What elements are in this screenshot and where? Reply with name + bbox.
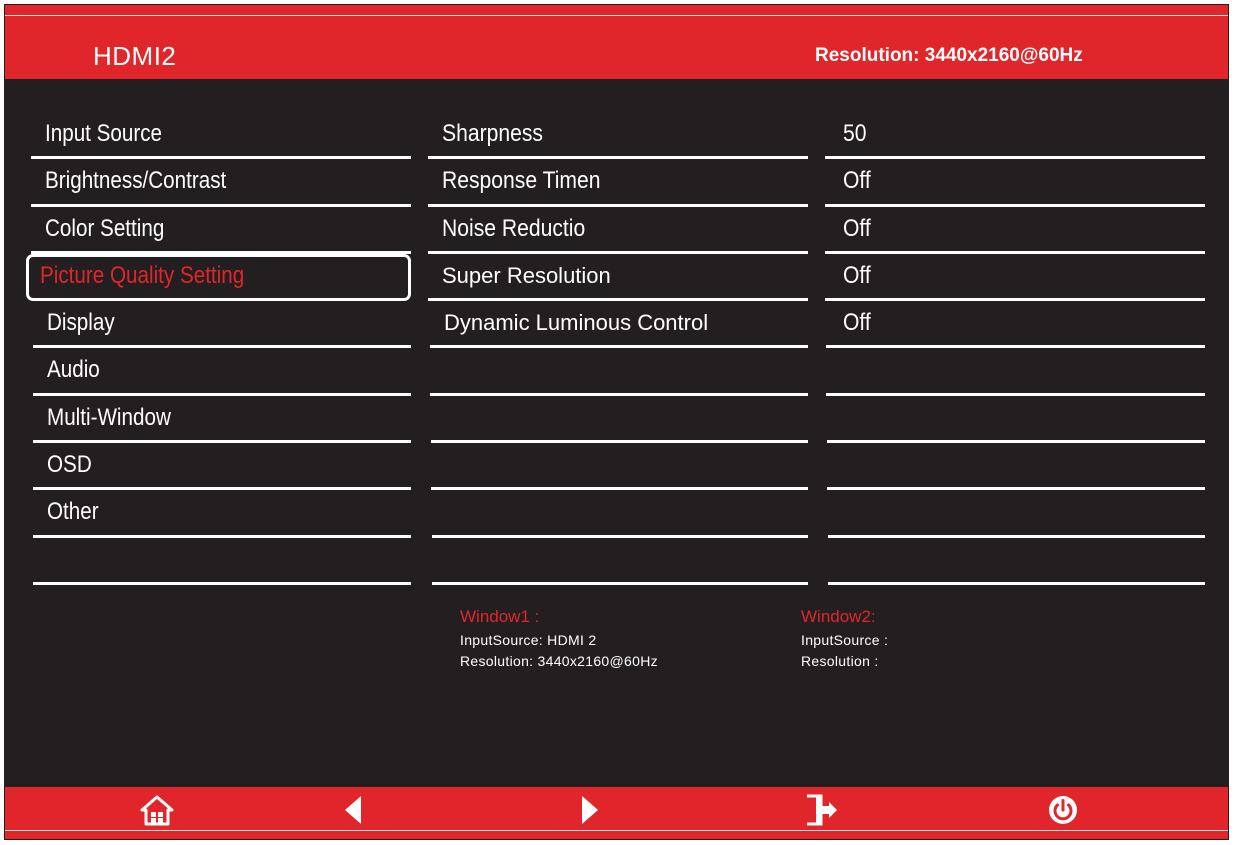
- setting-noise-reduction[interactable]: Noise Reductio: [428, 207, 808, 254]
- setting-label: Dynamic Luminous Control: [444, 310, 709, 336]
- right-button[interactable]: [570, 793, 610, 827]
- menu-item-other[interactable]: Other: [33, 490, 411, 538]
- menu-item-display[interactable]: Display: [33, 301, 411, 349]
- menu-item-input-source[interactable]: Input Source: [31, 112, 411, 160]
- value-noise-reduction[interactable]: Off: [825, 207, 1205, 254]
- arrow-left-icon: [345, 796, 361, 824]
- setting-value: Off: [843, 167, 871, 195]
- value-empty: [827, 443, 1205, 491]
- header-divider: [5, 15, 1228, 16]
- setting-label: Sharpness: [442, 120, 543, 147]
- setting-value: Off: [843, 309, 871, 337]
- window1-title: Window1 :: [460, 607, 540, 626]
- value-empty: [827, 396, 1205, 444]
- exit-icon: [807, 794, 837, 826]
- setting-sharpness[interactable]: Sharpness: [428, 112, 808, 160]
- arrow-right-icon: [582, 796, 598, 824]
- divider: [432, 581, 808, 585]
- main-menu: Input Source Brightness/Contrast Color S…: [26, 112, 411, 585]
- menu-item-color-setting[interactable]: Color Setting: [31, 207, 411, 254]
- settings-list: Sharpness Response Timen Noise Reductio …: [428, 112, 808, 585]
- menu-item-brightness-contrast[interactable]: Brightness/Contrast: [31, 159, 411, 207]
- value-super-resolution[interactable]: Off: [825, 254, 1205, 302]
- window1-resolution: Resolution: 3440x2160@60Hz: [460, 653, 658, 669]
- value-response-time[interactable]: Off: [825, 159, 1205, 207]
- setting-value: Off: [843, 261, 871, 289]
- setting-response-time[interactable]: Response Timen: [428, 159, 808, 207]
- window2-resolution: Resolution :: [801, 653, 879, 669]
- value-empty: [828, 538, 1205, 585]
- menu-item-label: Multi-Window: [47, 403, 171, 431]
- menu-item-label: Other: [47, 498, 99, 526]
- home-button[interactable]: [137, 793, 177, 827]
- power-button[interactable]: [1043, 793, 1083, 827]
- menu-item-label: Brightness/Contrast: [45, 167, 227, 195]
- window2-input-source: InputSource :: [801, 632, 889, 648]
- menu-item-label: Display: [47, 309, 115, 337]
- menu-item-picture-quality-setting[interactable]: Picture Quality Setting: [26, 253, 411, 302]
- setting-super-resolution[interactable]: Super Resolution: [428, 254, 808, 302]
- footer-bar: [5, 787, 1228, 839]
- menu-item-osd[interactable]: OSD: [33, 443, 411, 491]
- window1-input-source: InputSource: HDMI 2: [460, 632, 597, 648]
- value-sharpness[interactable]: 50: [825, 112, 1205, 160]
- header-bar: HDMI2 Resolution: 3440x2160@60Hz: [5, 5, 1228, 79]
- setting-value: 50: [843, 120, 867, 147]
- divider: [33, 581, 411, 585]
- menu-item-label: Color Setting: [45, 214, 165, 242]
- setting-value: Off: [843, 214, 871, 242]
- menu-item-multi-window[interactable]: Multi-Window: [33, 396, 411, 444]
- input-name: HDMI2: [93, 41, 177, 71]
- setting-label: Super Resolution: [442, 262, 611, 288]
- setting-label: Response Timen: [442, 167, 601, 195]
- footer-divider: [5, 830, 1228, 831]
- setting-empty: [431, 443, 808, 491]
- power-icon: [1049, 796, 1077, 824]
- setting-empty: [432, 538, 808, 585]
- menu-item-label: Input Source: [45, 120, 163, 147]
- value-dynamic-luminous-control[interactable]: Off: [826, 301, 1205, 349]
- menu-item-audio[interactable]: Audio: [33, 348, 411, 396]
- exit-button[interactable]: [801, 793, 841, 827]
- values-list: 50 Off Off Off Off: [825, 112, 1205, 585]
- menu-item-label: Audio: [47, 356, 100, 384]
- setting-dynamic-luminous-control[interactable]: Dynamic Luminous Control: [430, 301, 808, 349]
- menu-item-label: Picture Quality Setting: [40, 261, 245, 289]
- home-icon: [140, 795, 174, 826]
- header-resolution: Resolution: 3440x2160@60Hz: [815, 45, 1083, 66]
- value-empty: [828, 490, 1205, 538]
- setting-empty: [430, 348, 808, 396]
- setting-empty: [431, 396, 808, 444]
- value-empty: [826, 348, 1205, 396]
- window2-title: Window2:: [801, 607, 876, 626]
- osd-menu: HDMI2 Resolution: 3440x2160@60Hz Input S…: [4, 4, 1229, 840]
- menu-item-empty: [33, 538, 411, 585]
- left-button[interactable]: [333, 793, 373, 827]
- menu-item-label: OSD: [47, 451, 92, 479]
- divider: [828, 581, 1205, 585]
- setting-label: Noise Reductio: [442, 214, 586, 242]
- setting-empty: [432, 490, 808, 538]
